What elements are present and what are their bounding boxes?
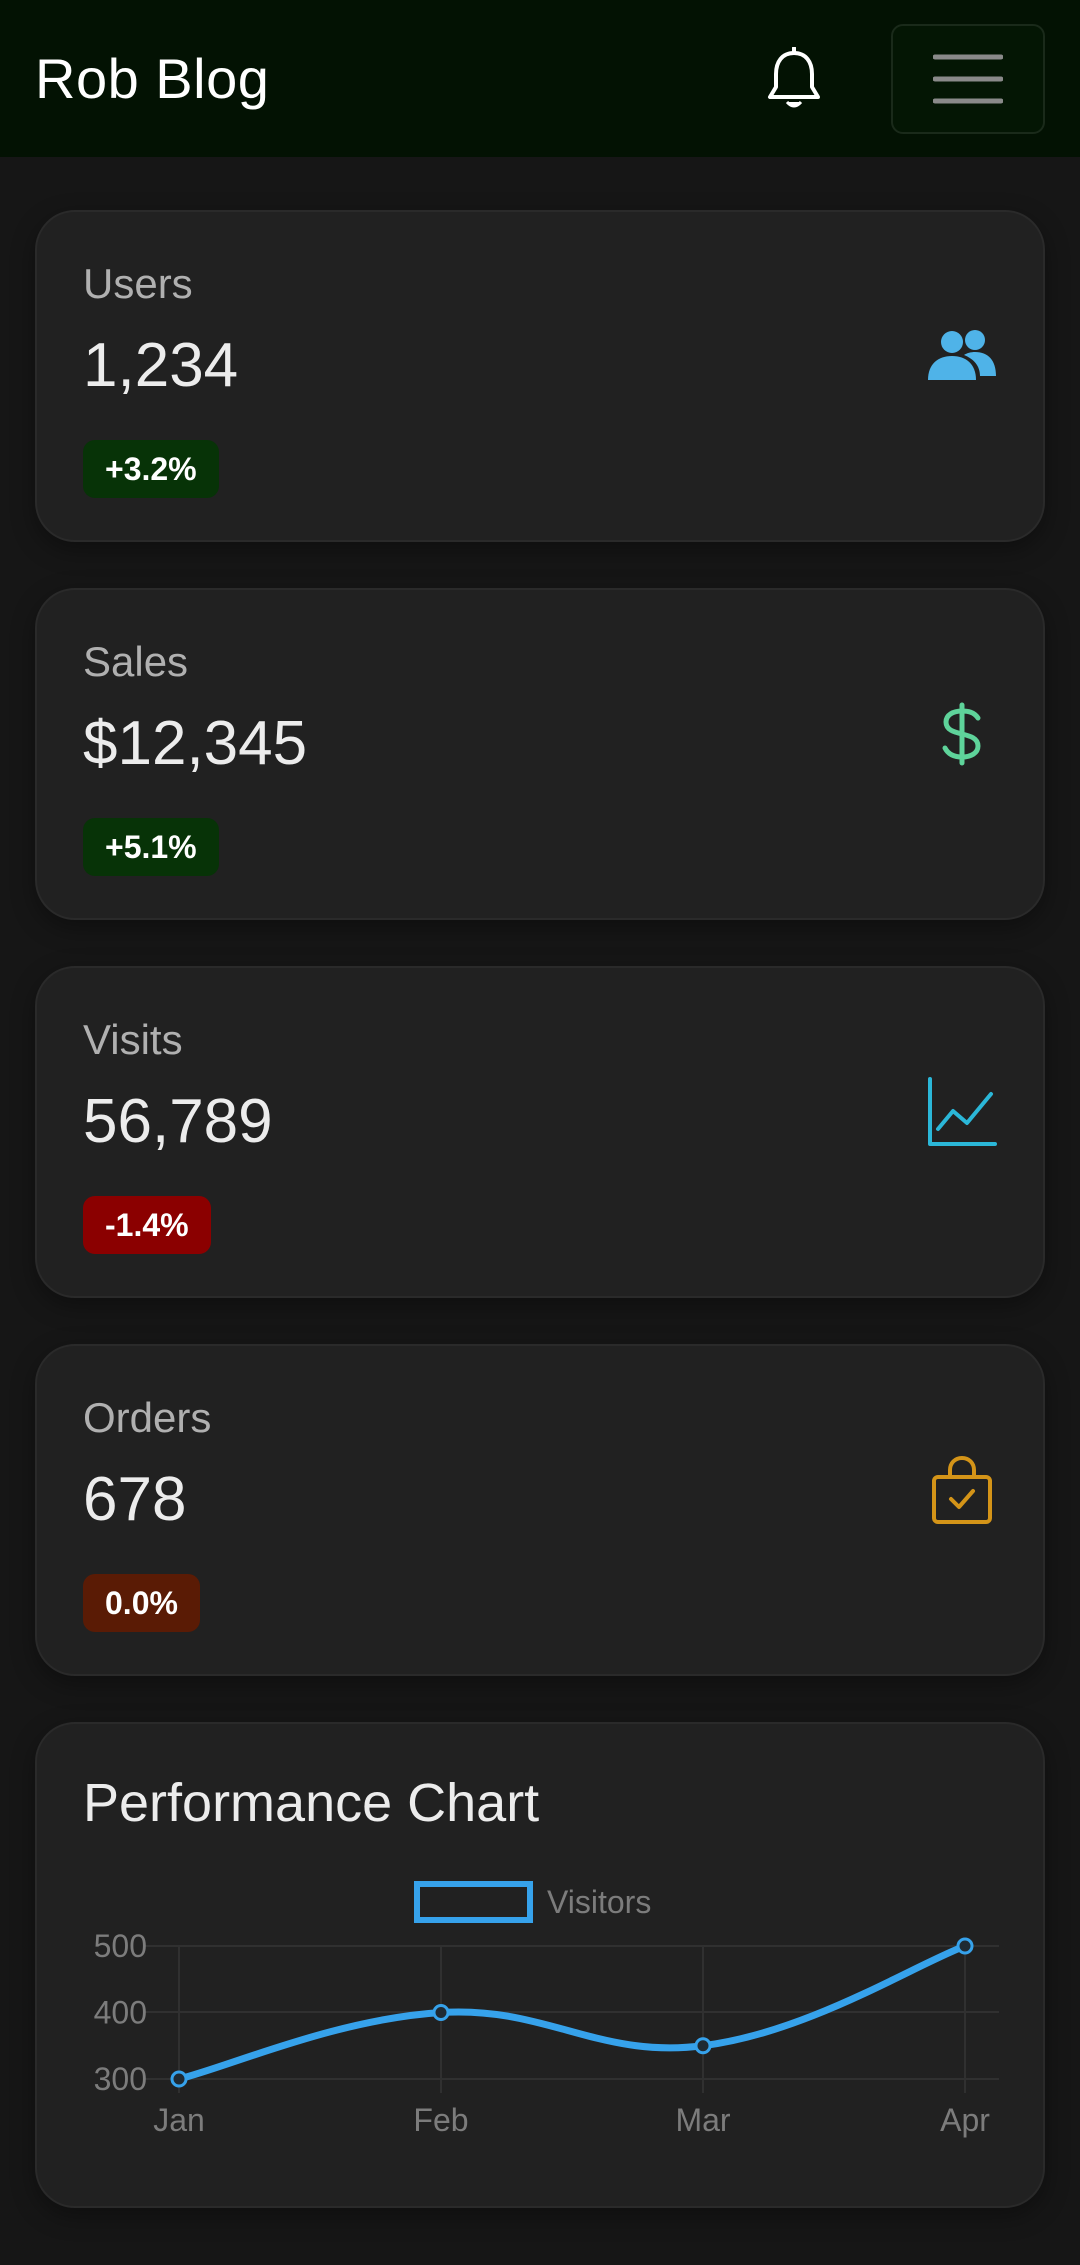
top-navbar: Rob Blog bbox=[0, 0, 1080, 157]
y-tick-label: 400 bbox=[94, 1995, 147, 2031]
dollar-icon bbox=[923, 695, 1001, 773]
chart-grid bbox=[145, 1945, 999, 2093]
data-point[interactable] bbox=[694, 2037, 712, 2055]
notifications-button[interactable] bbox=[759, 39, 829, 119]
stat-value: 678 bbox=[83, 1465, 187, 1534]
legend-swatch bbox=[414, 1881, 533, 1923]
stat-label: Orders bbox=[83, 1394, 212, 1441]
x-tick-label: Feb bbox=[413, 2102, 468, 2138]
stat-label: Users bbox=[83, 260, 193, 307]
brand-title[interactable]: Rob Blog bbox=[35, 50, 269, 107]
stat-card-sales: Sales $12,345 +5.1% bbox=[35, 588, 1045, 920]
data-point[interactable] bbox=[170, 2070, 188, 2088]
x-tick-label: Jan bbox=[153, 2102, 205, 2138]
stat-value: $12,345 bbox=[83, 709, 308, 778]
dashboard-content: Users 1,234 +3.2% Sales $12,345 +5.1% Vi… bbox=[35, 210, 1045, 2208]
stat-value: 56,789 bbox=[83, 1087, 273, 1156]
stat-change-badge: 0.0% bbox=[83, 1574, 200, 1632]
data-point[interactable] bbox=[956, 1937, 974, 1955]
bell-icon bbox=[768, 46, 820, 107]
stat-change-badge: +3.2% bbox=[83, 440, 219, 498]
shopping-bag-icon bbox=[923, 1451, 1001, 1529]
y-tick-label: 500 bbox=[94, 1928, 147, 1964]
x-tick-label: Apr bbox=[940, 2102, 990, 2138]
stat-change-badge: +5.1% bbox=[83, 818, 219, 876]
menu-toggle-button[interactable] bbox=[891, 23, 1045, 134]
x-tick-label: Mar bbox=[675, 2102, 730, 2138]
x-axis-ticks: Jan Feb Mar Apr bbox=[153, 2102, 990, 2138]
chart-legend[interactable]: Visitors bbox=[414, 1881, 651, 1923]
stat-card-visits: Visits 56,789 -1.4% bbox=[35, 966, 1045, 1298]
performance-chart-card: Performance Chart Visitors 300 400 500 Jan… bbox=[35, 1722, 1045, 2208]
y-tick-label: 300 bbox=[94, 2061, 147, 2097]
y-axis-ticks: 300 400 500 bbox=[94, 1928, 147, 2097]
stat-card-orders: Orders 678 0.0% bbox=[35, 1344, 1045, 1676]
stat-change-badge: -1.4% bbox=[83, 1196, 211, 1254]
stat-label: Visits bbox=[83, 1016, 183, 1063]
line-chart-icon bbox=[923, 1073, 1001, 1151]
performance-line-chart: Visitors 300 400 500 Jan Feb Mar Apr bbox=[94, 1881, 999, 2138]
stat-value: 1,234 bbox=[83, 331, 239, 400]
navbar-actions bbox=[759, 23, 1045, 134]
stat-card-users: Users 1,234 +3.2% bbox=[35, 210, 1045, 542]
users-icon bbox=[923, 317, 1001, 395]
hamburger-menu-icon bbox=[933, 54, 1003, 103]
legend-label: Visitors bbox=[547, 1884, 651, 1920]
stat-label: Sales bbox=[83, 638, 189, 685]
data-point[interactable] bbox=[432, 2004, 450, 2021]
